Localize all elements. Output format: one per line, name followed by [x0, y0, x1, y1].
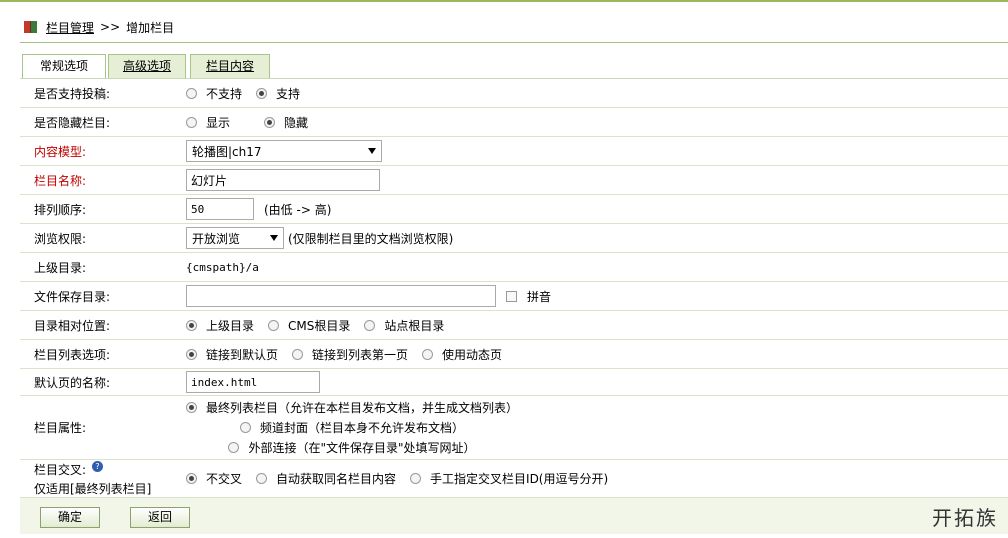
radio-selected-icon: [264, 116, 276, 128]
content-model-select[interactable]: 轮播图|ch17: [186, 140, 382, 162]
allow-submit-label: 是否支持投稿:: [34, 86, 111, 101]
list-option-label: 栏目列表选项:: [34, 347, 111, 362]
row-cross: 栏目交叉:? 仅适用[最终列表栏目] 不交叉 自动获取同名栏目内容 手工指定交叉…: [20, 460, 1008, 498]
row-save-dir: 文件保存目录: 拼音: [20, 282, 1008, 311]
radio-icon: [268, 319, 280, 331]
radio-selected-icon: [186, 319, 197, 331]
dir-position-cms-root-option[interactable]: CMS根目录: [268, 317, 350, 334]
radio-icon: [422, 348, 434, 360]
tab-general[interactable]: 常规选项: [22, 54, 106, 79]
parent-dir-value: {cmspath}/a: [186, 260, 259, 274]
default-page-input[interactable]: index.html: [186, 371, 320, 393]
radio-icon: [186, 116, 197, 128]
sort-order-input[interactable]: 50: [186, 198, 254, 220]
list-option-first-page-option[interactable]: 链接到列表第一页: [292, 346, 408, 363]
default-page-label: 默认页的名称:: [34, 375, 111, 390]
sort-order-hint: (由低 -> 高): [264, 202, 332, 217]
column-attr-label: 栏目属性:: [34, 421, 87, 435]
allow-submit-no-option[interactable]: 不支持: [186, 85, 242, 102]
row-allow-submit: 是否支持投稿: 不支持 支持: [20, 79, 1008, 108]
cross-label: 栏目交叉:: [34, 462, 87, 477]
hide-column-hide-option[interactable]: 隐藏: [264, 114, 308, 131]
browse-perm-hint: (仅限制栏目里的文档浏览权限): [288, 231, 454, 246]
row-default-page: 默认页的名称: index.html: [20, 369, 1008, 396]
column-attr-final-list-option[interactable]: 最终列表栏目（允许在本栏目发布文档，并生成文档列表）: [186, 398, 518, 418]
allow-submit-yes-option[interactable]: 支持: [256, 85, 300, 102]
browse-perm-label: 浏览权限:: [34, 231, 87, 246]
browse-perm-select[interactable]: 开放浏览: [186, 227, 284, 249]
radio-icon: [256, 473, 268, 484]
column-attr-channel-cover-option[interactable]: 频道封面（栏目本身不允许发布文档）: [240, 418, 464, 438]
back-button[interactable]: 返回: [130, 507, 190, 528]
hide-column-show-option[interactable]: 显示: [186, 114, 230, 131]
top-accent-bar: [0, 0, 1008, 2]
row-column-attr: 栏目属性: 最终列表栏目（允许在本栏目发布文档，并生成文档列表） 频道封面（栏目…: [20, 396, 1008, 460]
radio-icon: [186, 87, 197, 99]
breadcrumb: 栏目管理 >> 增加栏目: [24, 16, 174, 38]
radio-icon: [240, 422, 251, 433]
question-icon[interactable]: ?: [92, 460, 104, 472]
sort-order-label: 排列顺序:: [34, 202, 87, 217]
form-footer: 确定 返回 开拓族: [20, 497, 1008, 534]
dir-position-parent-option[interactable]: 上级目录: [186, 317, 254, 334]
pinyin-checkbox[interactable]: 拼音: [506, 288, 551, 305]
save-dir-input[interactable]: [186, 285, 496, 307]
tab-advanced[interactable]: 高级选项: [108, 54, 186, 78]
radio-selected-icon: [256, 87, 268, 99]
brand-watermark: 开拓族: [932, 506, 998, 530]
list-option-default-page-option[interactable]: 链接到默认页: [186, 346, 278, 363]
radio-icon: [292, 348, 304, 360]
column-form: 是否支持投稿: 不支持 支持 是否隐藏栏目: 显示 隐藏 内容模型: 轮播图|c…: [20, 78, 1008, 498]
content-model-label: 内容模型:: [34, 144, 87, 159]
list-option-dynamic-page-option[interactable]: 使用动态页: [422, 346, 502, 363]
ok-button[interactable]: 确定: [40, 507, 100, 528]
parent-dir-label: 上级目录:: [34, 260, 87, 275]
column-attr-external-link-option[interactable]: 外部连接（在"文件保存目录"处填写网址）: [228, 438, 476, 458]
hide-column-label: 是否隐藏栏目:: [34, 115, 111, 130]
cross-none-option[interactable]: 不交叉: [186, 470, 242, 487]
cross-sublabel: 仅适用[最终列表栏目]: [34, 481, 152, 496]
row-hide-column: 是否隐藏栏目: 显示 隐藏: [20, 108, 1008, 137]
tab-content[interactable]: 栏目内容: [190, 54, 270, 78]
breadcrumb-separator: >>: [100, 20, 121, 34]
breadcrumb-divider: [20, 42, 1008, 43]
cross-label-block: 栏目交叉:? 仅适用[最终列表栏目]: [34, 460, 151, 497]
dir-position-site-root-option[interactable]: 站点根目录: [364, 317, 444, 334]
column-name-input[interactable]: 幻灯片: [186, 169, 380, 191]
row-list-option: 栏目列表选项: 链接到默认页 链接到列表第一页 使用动态页: [20, 340, 1008, 369]
breadcrumb-current: 增加栏目: [126, 20, 175, 35]
row-browse-perm: 浏览权限: 开放浏览 (仅限制栏目里的文档浏览权限): [20, 224, 1008, 253]
book-icon: [24, 21, 38, 33]
row-parent-dir: 上级目录: {cmspath}/a: [20, 253, 1008, 282]
cross-manual-option[interactable]: 手工指定交叉栏目ID(用逗号分开): [410, 470, 608, 487]
dropdown-arrow-icon: [368, 148, 376, 154]
radio-icon: [364, 319, 376, 331]
breadcrumb-link-column-management[interactable]: 栏目管理: [46, 19, 94, 36]
radio-icon: [228, 442, 240, 453]
save-dir-label: 文件保存目录:: [34, 289, 111, 304]
radio-selected-icon: [186, 402, 197, 413]
row-dir-position: 目录相对位置: 上级目录 CMS根目录 站点根目录: [20, 311, 1008, 340]
radio-icon: [410, 473, 422, 484]
cross-auto-option[interactable]: 自动获取同名栏目内容: [256, 470, 396, 487]
radio-selected-icon: [186, 473, 197, 484]
column-name-label: 栏目名称:: [34, 173, 87, 188]
dir-position-label: 目录相对位置:: [34, 318, 111, 333]
row-sort-order: 排列顺序: 50 (由低 -> 高): [20, 195, 1008, 224]
dropdown-arrow-icon: [270, 235, 278, 241]
row-column-name: 栏目名称: 幻灯片: [20, 166, 1008, 195]
checkbox-icon: [506, 290, 517, 302]
radio-selected-icon: [186, 348, 197, 360]
row-content-model: 内容模型: 轮播图|ch17: [20, 137, 1008, 166]
